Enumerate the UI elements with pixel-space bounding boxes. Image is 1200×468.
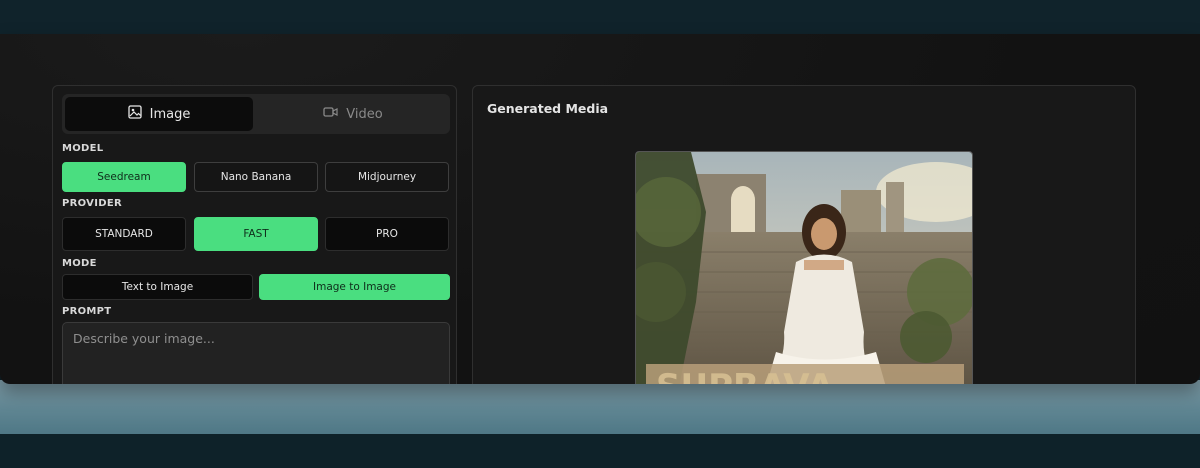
bottom-background-strip bbox=[0, 434, 1200, 468]
generation-settings-panel: Image Video MODEL Seedream Nano Banana M… bbox=[52, 85, 457, 384]
provider-standard-button[interactable]: STANDARD bbox=[62, 217, 186, 251]
generated-image-illustration: SUPRAVA bbox=[636, 152, 972, 384]
tab-image[interactable]: Image bbox=[65, 97, 253, 131]
model-seedream-button[interactable]: Seedream bbox=[62, 162, 186, 192]
model-midjourney-button[interactable]: Midjourney bbox=[325, 162, 449, 192]
prompt-placeholder: Describe your image... bbox=[73, 331, 215, 346]
prompt-label: PROMPT bbox=[62, 306, 112, 317]
bottom-background-band bbox=[0, 380, 1200, 434]
mode-text-to-image-button[interactable]: Text to Image bbox=[62, 274, 253, 300]
mode-label: MODE bbox=[62, 258, 97, 269]
mode-image-to-image-button[interactable]: Image to Image bbox=[259, 274, 450, 300]
media-type-tabs: Image Video bbox=[62, 94, 450, 134]
svg-text:SUPRAVA: SUPRAVA bbox=[656, 367, 834, 384]
provider-fast-button[interactable]: FAST bbox=[194, 217, 318, 251]
image-icon bbox=[127, 105, 142, 123]
model-label: MODEL bbox=[62, 143, 104, 154]
prompt-input[interactable]: Describe your image... bbox=[62, 322, 450, 384]
generated-media-panel: Generated Media bbox=[472, 85, 1136, 384]
tab-video[interactable]: Video bbox=[259, 97, 447, 131]
generated-media-title: Generated Media bbox=[487, 101, 609, 116]
provider-label: PROVIDER bbox=[62, 198, 122, 209]
generated-image[interactable]: SUPRAVA bbox=[635, 151, 973, 384]
video-icon bbox=[323, 106, 338, 122]
app-window: Image Video MODEL Seedream Nano Banana M… bbox=[0, 34, 1200, 384]
top-background-band bbox=[0, 0, 1200, 34]
tab-image-label: Image bbox=[149, 106, 191, 122]
provider-pro-button[interactable]: PRO bbox=[325, 217, 449, 251]
tab-video-label: Video bbox=[346, 106, 383, 122]
model-nano-banana-button[interactable]: Nano Banana bbox=[194, 162, 318, 192]
